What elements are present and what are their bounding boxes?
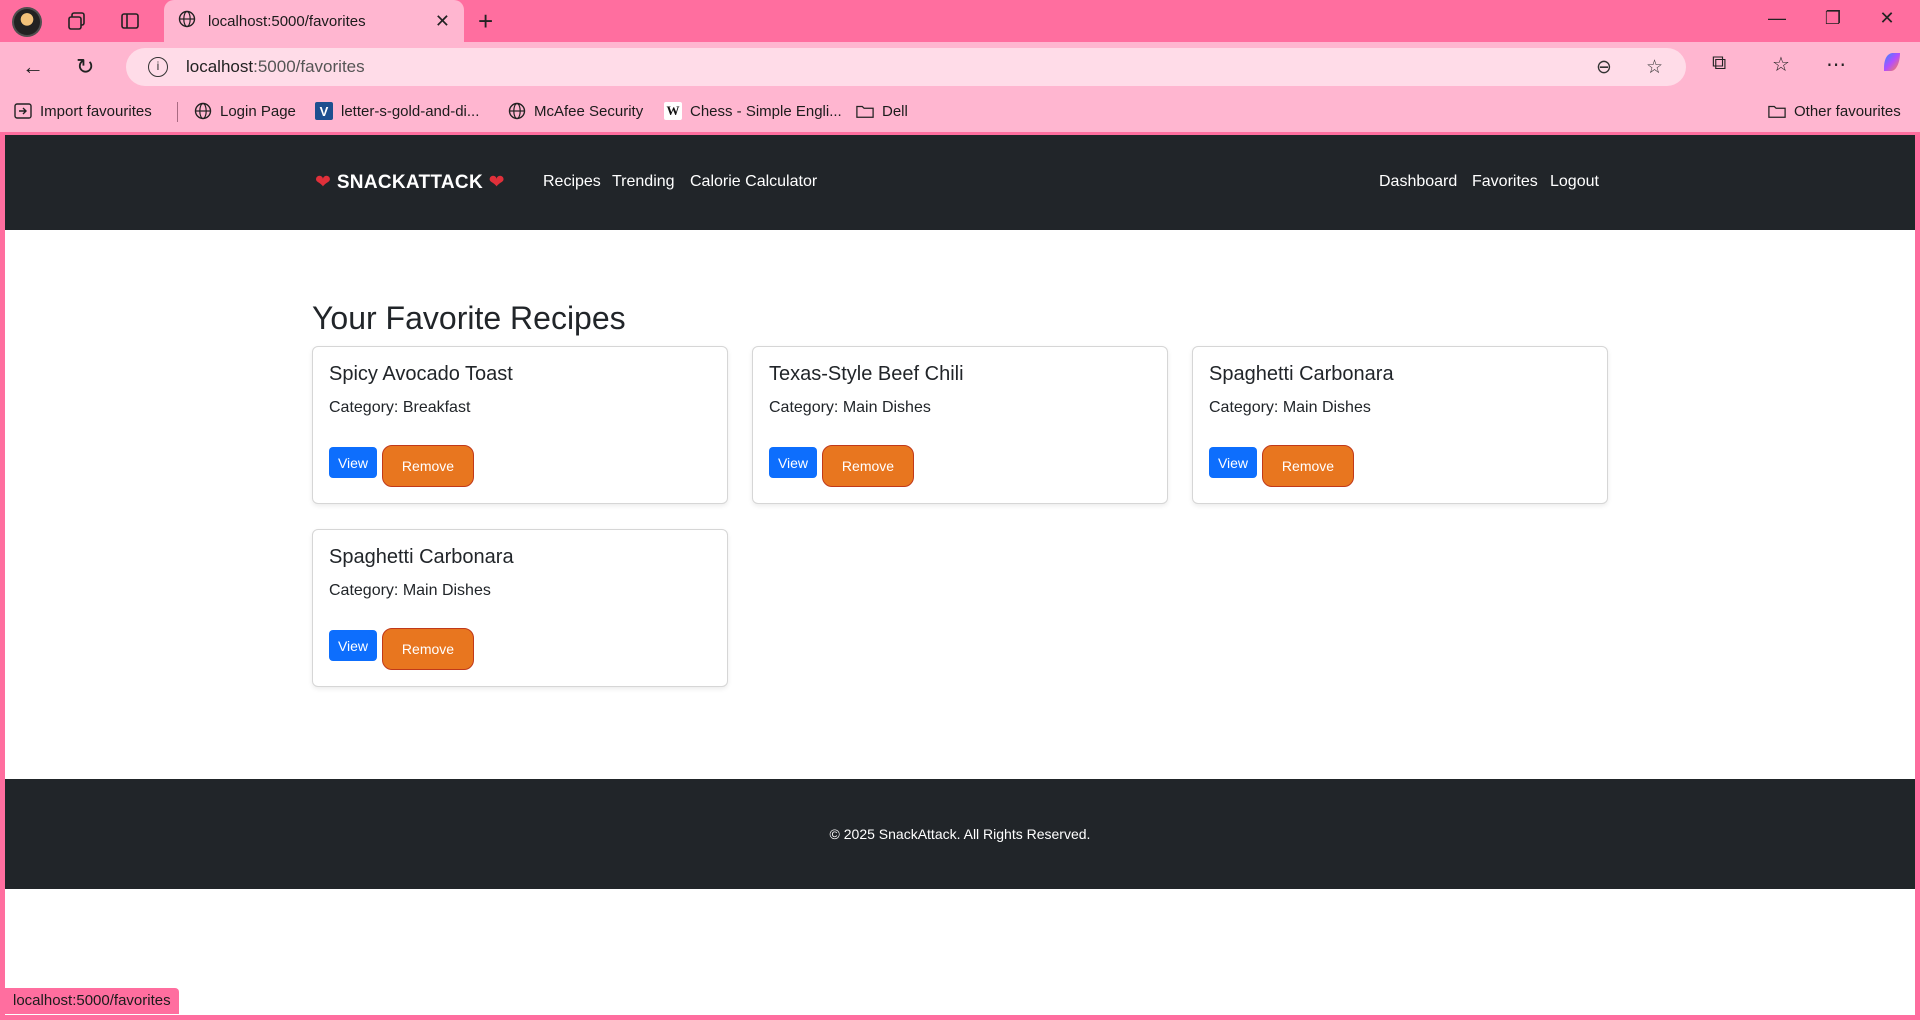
bookmarks-bar: Import favourites Login Page V letter-s-… bbox=[0, 92, 1920, 132]
remove-button[interactable]: Remove bbox=[822, 445, 914, 487]
bookmark-label: Other favourites bbox=[1794, 102, 1901, 120]
bookmark-label: McAfee Security bbox=[534, 102, 644, 120]
bookmark-mcafee[interactable]: McAfee Security bbox=[508, 102, 643, 120]
browser-tab-bar: localhost:5000/favorites ✕ + — ❐ ✕ bbox=[0, 0, 1920, 42]
recipe-card: Spaghetti Carbonara Category: Main Dishe… bbox=[1192, 346, 1608, 504]
folder-icon bbox=[856, 102, 874, 120]
bookmark-label: letter-s-gold-and-di... bbox=[341, 102, 480, 120]
vertical-tabs-icon[interactable] bbox=[117, 8, 143, 34]
bookmark-import-favourites[interactable]: Import favourites bbox=[14, 102, 152, 120]
globe-icon bbox=[178, 10, 196, 33]
remove-button[interactable]: Remove bbox=[1262, 445, 1354, 487]
folder-icon bbox=[1768, 102, 1786, 120]
url-text[interactable]: localhost:5000/favorites bbox=[186, 57, 365, 77]
bookmark-label: Login Page bbox=[220, 102, 296, 120]
brand-name: SNACKATTACK bbox=[336, 172, 483, 193]
view-button[interactable]: View bbox=[329, 447, 377, 478]
globe-icon bbox=[194, 102, 212, 120]
recipe-title: Spicy Avocado Toast bbox=[329, 363, 513, 385]
nav-recipes[interactable]: Recipes bbox=[543, 173, 601, 191]
status-bar-url: localhost:5000/favorites bbox=[5, 988, 179, 1014]
address-bar-row: ← ↻ i localhost:5000/favorites ⊖ ☆ ⧉ ☆ ⋯ bbox=[0, 42, 1920, 92]
bookmark-other-favourites[interactable]: Other favourites bbox=[1768, 102, 1901, 120]
workspaces-icon[interactable] bbox=[64, 8, 90, 34]
recipe-category: Category: Breakfast bbox=[329, 399, 471, 416]
v-logo-icon: V bbox=[315, 102, 333, 120]
bookmark-letter-s[interactable]: V letter-s-gold-and-di... bbox=[315, 102, 479, 120]
address-bar[interactable]: i localhost:5000/favorites ⊖ ☆ bbox=[126, 48, 1686, 86]
nav-calorie-calculator[interactable]: Calorie Calculator bbox=[690, 173, 817, 191]
site-navbar: ❤ SNACKATTACK ❤ Recipes Trending Calorie… bbox=[5, 135, 1915, 230]
nav-logout[interactable]: Logout bbox=[1550, 173, 1599, 191]
bookmark-separator bbox=[177, 102, 178, 122]
wikipedia-icon: W bbox=[664, 102, 682, 120]
nav-favorites[interactable]: Favorites bbox=[1472, 173, 1538, 191]
remove-button[interactable]: Remove bbox=[382, 445, 474, 487]
bookmark-label: Chess - Simple Engli... bbox=[690, 102, 842, 120]
favorites-list-icon[interactable]: ☆ bbox=[1772, 52, 1790, 77]
recipe-category: Category: Main Dishes bbox=[1209, 399, 1371, 416]
recipe-category: Category: Main Dishes bbox=[769, 399, 931, 416]
remove-button[interactable]: Remove bbox=[382, 628, 474, 670]
profile-avatar[interactable] bbox=[12, 7, 42, 37]
extensions-icon[interactable]: ⧉ bbox=[1712, 52, 1726, 75]
footer-copyright: © 2025 SnackAttack. All Rights Reserved. bbox=[829, 826, 1091, 842]
recipe-title: Spaghetti Carbonara bbox=[329, 546, 514, 568]
recipe-title: Texas-Style Beef Chili bbox=[769, 363, 964, 385]
heart-icon: ❤ bbox=[488, 172, 505, 193]
nav-trending[interactable]: Trending bbox=[612, 173, 675, 191]
bookmark-label: Import favourites bbox=[40, 102, 152, 120]
recipe-card: Spicy Avocado Toast Category: Breakfast … bbox=[312, 346, 728, 504]
recipe-title: Spaghetti Carbonara bbox=[1209, 363, 1394, 385]
minimize-icon[interactable]: — bbox=[1762, 8, 1792, 29]
view-button[interactable]: View bbox=[1209, 447, 1257, 478]
brand-logo[interactable]: ❤ SNACKATTACK ❤ bbox=[315, 171, 505, 194]
tab-title: localhost:5000/favorites bbox=[208, 12, 366, 30]
globe-icon bbox=[508, 102, 526, 120]
url-path: :5000/favorites bbox=[253, 57, 365, 76]
refresh-icon[interactable]: ↻ bbox=[76, 54, 94, 80]
import-icon bbox=[14, 102, 32, 120]
active-tab[interactable]: localhost:5000/favorites ✕ bbox=[164, 0, 464, 42]
zoom-out-icon[interactable]: ⊖ bbox=[1596, 56, 1612, 79]
page-title: Your Favorite Recipes bbox=[312, 300, 626, 336]
heart-icon: ❤ bbox=[315, 172, 332, 193]
view-button[interactable]: View bbox=[329, 630, 377, 661]
view-button[interactable]: View bbox=[769, 447, 817, 478]
restore-icon[interactable]: ❐ bbox=[1818, 8, 1848, 29]
recipe-card: Texas-Style Beef Chili Category: Main Di… bbox=[752, 346, 1168, 504]
recipe-category: Category: Main Dishes bbox=[329, 582, 491, 599]
nav-dashboard[interactable]: Dashboard bbox=[1379, 173, 1457, 191]
bookmark-chess[interactable]: W Chess - Simple Engli... bbox=[664, 102, 842, 120]
back-icon[interactable]: ← bbox=[22, 54, 44, 80]
site-footer: © 2025 SnackAttack. All Rights Reserved. bbox=[5, 779, 1915, 889]
bookmark-label: Dell bbox=[882, 102, 908, 120]
page-viewport: ❤ SNACKATTACK ❤ Recipes Trending Calorie… bbox=[5, 135, 1915, 1015]
close-tab-icon[interactable]: ✕ bbox=[435, 11, 450, 32]
more-menu-icon[interactable]: ⋯ bbox=[1826, 52, 1846, 77]
url-host: localhost bbox=[186, 57, 254, 76]
new-tab-icon[interactable]: + bbox=[478, 6, 493, 37]
recipe-card: Spaghetti Carbonara Category: Main Dishe… bbox=[312, 529, 728, 687]
site-info-icon[interactable]: i bbox=[148, 57, 168, 77]
copilot-icon[interactable] bbox=[1880, 50, 1904, 80]
bookmark-login-page[interactable]: Login Page bbox=[194, 102, 296, 120]
close-window-icon[interactable]: ✕ bbox=[1872, 8, 1902, 29]
bookmark-dell[interactable]: Dell bbox=[856, 102, 908, 120]
favorite-star-icon[interactable]: ☆ bbox=[1646, 56, 1663, 79]
